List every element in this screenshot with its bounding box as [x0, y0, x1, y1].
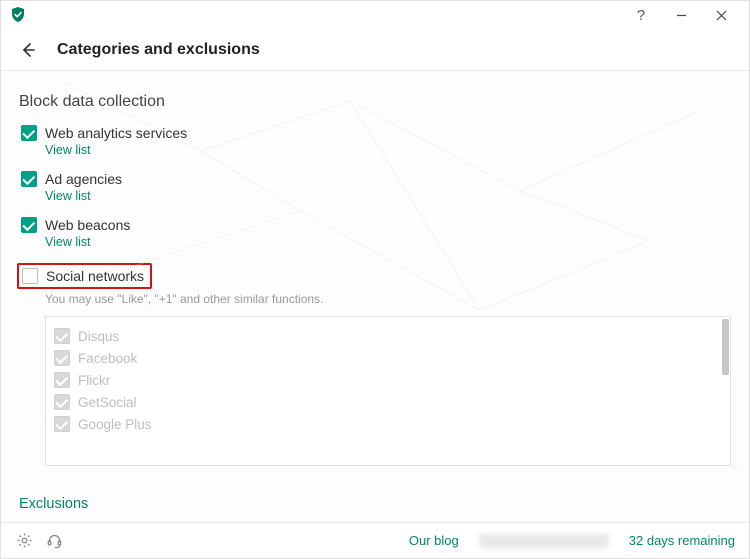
category-label: Web analytics services	[45, 125, 187, 141]
app-shield-icon	[9, 6, 27, 24]
gear-icon[interactable]	[15, 532, 33, 550]
list-item-label: Disqus	[78, 329, 119, 344]
checkbox-social-networks[interactable]	[22, 268, 38, 284]
content-area: Block data collection Web analytics serv…	[1, 71, 749, 522]
checkbox-google-plus	[54, 416, 70, 432]
footer: Our blog 32 days remaining	[1, 522, 749, 558]
headset-icon[interactable]	[45, 532, 63, 550]
category-social-networks: Social networks You may use "Like", "+1"…	[19, 263, 731, 466]
category-label: Social networks	[46, 268, 144, 284]
list-item-label: GetSocial	[78, 395, 137, 410]
checkbox-facebook	[54, 350, 70, 366]
view-list-link-ad-agencies[interactable]: View list	[45, 189, 91, 203]
list-item[interactable]: Google Plus	[54, 413, 722, 435]
section-title: Block data collection	[19, 93, 731, 111]
checkbox-flickr	[54, 372, 70, 388]
account-email-blurred[interactable]	[479, 534, 609, 548]
minimize-button[interactable]	[661, 2, 701, 28]
list-item[interactable]: GetSocial	[54, 391, 722, 413]
checkbox-web-analytics[interactable]	[21, 125, 37, 141]
list-item[interactable]: Flickr	[54, 369, 722, 391]
scrollbar-thumb[interactable]	[722, 319, 729, 375]
list-item[interactable]: Disqus	[54, 325, 722, 347]
category-web-beacons: Web beacons View list	[19, 217, 731, 251]
category-label: Web beacons	[45, 217, 130, 233]
list-item-label: Flickr	[78, 373, 110, 388]
social-networks-list-panel: Disqus Facebook Flickr GetSocial	[45, 316, 731, 466]
category-web-analytics: Web analytics services View list	[19, 125, 731, 159]
help-button[interactable]: ?	[621, 2, 661, 28]
checkbox-disqus	[54, 328, 70, 344]
social-hint-text: You may use "Like", "+1" and other simil…	[45, 292, 731, 306]
checkbox-getsocial	[54, 394, 70, 410]
page-title: Categories and exclusions	[57, 41, 260, 59]
app-window: ? Categories and exclusions	[0, 0, 750, 559]
blog-link[interactable]: Our blog	[409, 533, 459, 548]
checkbox-ad-agencies[interactable]	[21, 171, 37, 187]
category-ad-agencies: Ad agencies View list	[19, 171, 731, 205]
header-row: Categories and exclusions	[1, 29, 749, 71]
license-remaining-link[interactable]: 32 days remaining	[629, 533, 735, 548]
highlight-social-networks: Social networks	[17, 263, 152, 289]
view-list-link-web-analytics[interactable]: View list	[45, 143, 91, 157]
close-button[interactable]	[701, 2, 741, 28]
exclusions-link[interactable]: Exclusions	[19, 496, 88, 512]
category-label: Ad agencies	[45, 171, 122, 187]
list-item-label: Facebook	[78, 351, 137, 366]
list-item-label: Google Plus	[78, 417, 152, 432]
back-button[interactable]	[17, 39, 39, 61]
checkbox-web-beacons[interactable]	[21, 217, 37, 233]
view-list-link-web-beacons[interactable]: View list	[45, 235, 91, 249]
list-item[interactable]: Facebook	[54, 347, 722, 369]
titlebar: ?	[1, 1, 749, 29]
